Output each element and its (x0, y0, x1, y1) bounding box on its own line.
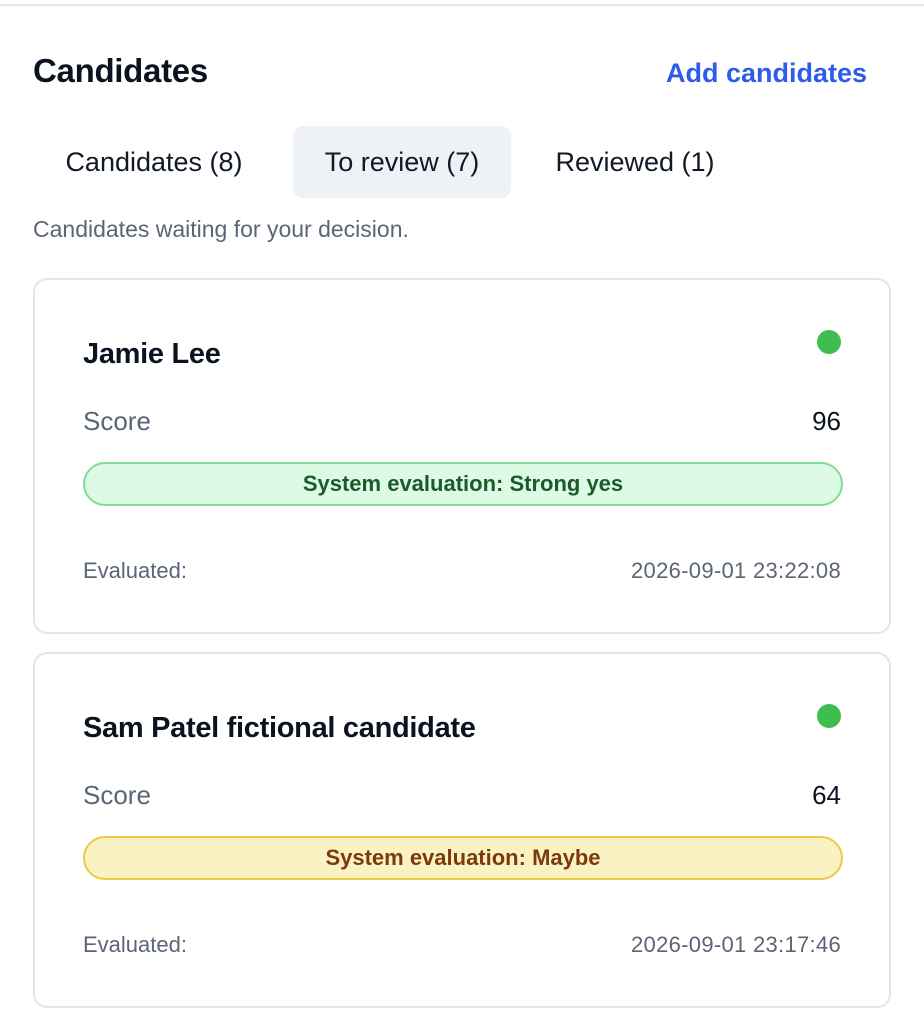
candidate-card[interactable]: Sam Patel fictional candidate Score 64 S… (33, 652, 891, 1008)
candidate-name: Jamie Lee (83, 338, 221, 370)
candidate-card[interactable]: Jamie Lee Score 96 System evaluation: St… (33, 278, 891, 634)
tab-description: Candidates waiting for your decision. (33, 216, 409, 242)
score-value: 96 (812, 406, 841, 436)
tab-candidates[interactable]: Candidates (8) (33, 126, 275, 198)
evaluated-label: Evaluated: (83, 558, 187, 583)
evaluated-timestamp: 2026-09-01 23:17:46 (631, 932, 841, 957)
evaluation-badge: System evaluation: Maybe (83, 836, 843, 880)
top-divider (0, 4, 924, 6)
evaluated-label: Evaluated: (83, 932, 187, 957)
evaluation-badge: System evaluation: Strong yes (83, 462, 843, 506)
evaluated-timestamp: 2026-09-01 23:22:08 (631, 558, 841, 583)
candidate-name: Sam Patel fictional candidate (83, 712, 476, 744)
page-header: Candidates Add candidates (33, 52, 867, 96)
score-label: Score (83, 406, 151, 436)
tab-bar: Candidates (8) To review (7) Reviewed (1… (33, 126, 759, 198)
status-dot-icon (817, 704, 841, 728)
add-candidates-link[interactable]: Add candidates (666, 58, 867, 89)
score-label: Score (83, 780, 151, 810)
page-title: Candidates (33, 52, 208, 89)
status-dot-icon (817, 330, 841, 354)
tab-to-review[interactable]: To review (7) (293, 126, 511, 198)
tab-reviewed[interactable]: Reviewed (1) (511, 126, 759, 198)
score-value: 64 (812, 780, 841, 810)
